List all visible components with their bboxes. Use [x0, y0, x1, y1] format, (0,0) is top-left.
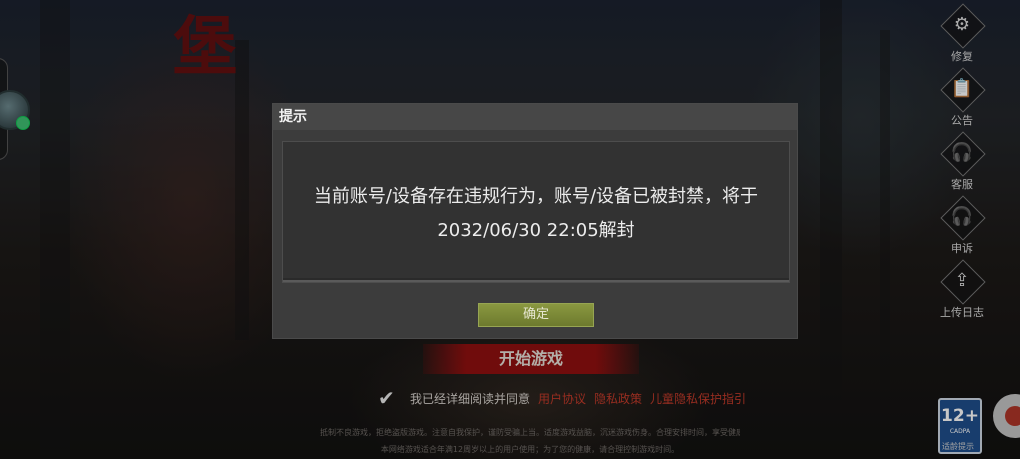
- dialog-body: 当前账号/设备存在违规行为，账号/设备已被封禁，将于2032/06/30 22:…: [282, 141, 790, 283]
- confirm-button[interactable]: 确定: [478, 303, 594, 327]
- dialog-title: 提示: [273, 104, 797, 130]
- ban-notice-dialog: 提示 当前账号/设备存在违规行为，账号/设备已被封禁，将于2032/06/30 …: [272, 103, 798, 339]
- dialog-scrollbar: [283, 280, 789, 282]
- ban-message: 当前账号/设备存在违规行为，账号/设备已被封禁，将于2032/06/30 22:…: [313, 186, 759, 241]
